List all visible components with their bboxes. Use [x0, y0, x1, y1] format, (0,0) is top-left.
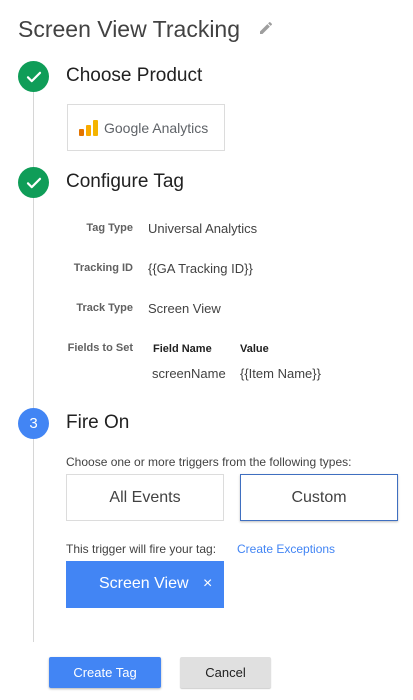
- cancel-button[interactable]: Cancel: [180, 657, 271, 688]
- product-card-google-analytics[interactable]: Google Analytics: [67, 104, 225, 151]
- trigger-prompt: Choose one or more triggers from the fol…: [66, 455, 352, 469]
- trigger-chip-screen-view[interactable]: Screen View ×: [66, 561, 224, 608]
- track-type-value: Screen View: [148, 301, 221, 316]
- track-type-label: Track Type: [76, 302, 133, 314]
- product-name: Google Analytics: [104, 119, 209, 136]
- step-1-complete-badge: [18, 61, 49, 92]
- tracking-id-label: Tracking ID: [73, 262, 133, 274]
- trigger-option-custom-label: Custom: [291, 488, 347, 506]
- trigger-option-custom[interactable]: Custom: [240, 474, 398, 521]
- step-3-title: Fire On: [66, 412, 130, 433]
- check-icon: [26, 71, 41, 82]
- trigger-chip-label: Screen View: [99, 575, 189, 592]
- step-3-number-badge: 3: [18, 408, 49, 439]
- close-icon[interactable]: ×: [203, 575, 212, 593]
- step-2-title: Configure Tag: [66, 171, 184, 192]
- google-analytics-logo: [79, 119, 98, 136]
- field-name-column-header: Field Name: [153, 343, 212, 355]
- edit-pencil-icon[interactable]: [258, 20, 274, 36]
- page-title: Screen View Tracking: [18, 16, 241, 42]
- fire-trigger-text: This trigger will fire your tag:: [66, 542, 217, 556]
- step-1-title: Choose Product: [66, 65, 203, 86]
- step-2-complete-badge: [18, 167, 49, 198]
- field-name-cell: screenName: [152, 366, 226, 381]
- screen-view-tracking-page: Screen View Tracking Choose Product Goog…: [0, 0, 413, 700]
- check-icon: [26, 177, 41, 188]
- tag-type-value: Universal Analytics: [148, 221, 258, 236]
- tracking-id-value: {{GA Tracking ID}}: [148, 261, 253, 276]
- field-value-cell: {{Item Name}}: [240, 366, 321, 381]
- trigger-option-all-events-label: All Events: [109, 488, 181, 506]
- tag-type-label: Tag Type: [86, 222, 133, 234]
- value-column-header: Value: [240, 343, 269, 355]
- create-exceptions-link[interactable]: Create Exceptions: [237, 542, 335, 556]
- fields-to-set-label: Fields to Set: [67, 342, 133, 354]
- create-tag-button[interactable]: Create Tag: [49, 657, 161, 688]
- trigger-option-all-events[interactable]: All Events: [66, 474, 224, 521]
